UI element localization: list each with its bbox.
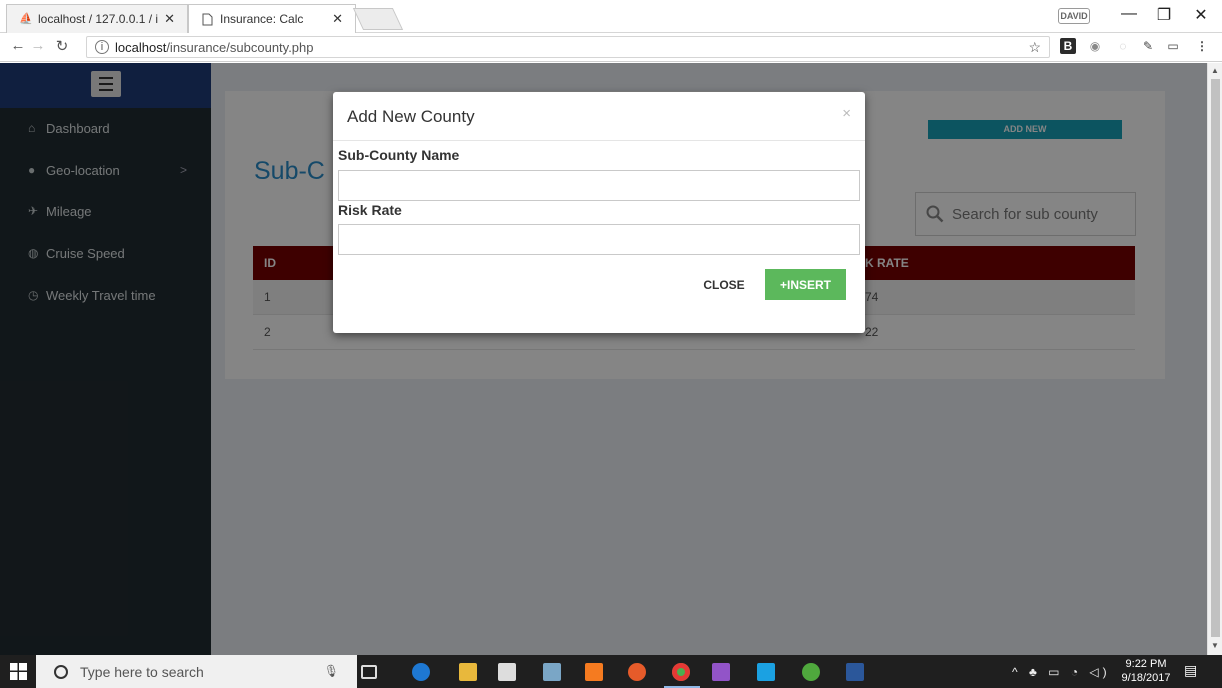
word-icon[interactable] bbox=[846, 663, 864, 681]
taskbar-clock[interactable]: 9:22 PM 9/18/2017 bbox=[1121, 657, 1171, 685]
taskbar-search-box[interactable]: Type here to search 🎙 bbox=[36, 655, 357, 688]
extension-globe-icon[interactable]: ◉ bbox=[1087, 38, 1103, 54]
clock-time: 9:22 PM bbox=[1125, 658, 1167, 670]
page-icon bbox=[201, 13, 214, 26]
clock-date: 9/18/2017 bbox=[1121, 672, 1171, 684]
url-bar[interactable]: i localhost /insurance/subcounty.php ☆ bbox=[86, 36, 1050, 58]
close-button[interactable]: CLOSE bbox=[696, 270, 752, 300]
page-scrollbar[interactable]: ▲ ▼ bbox=[1207, 63, 1222, 655]
forward-arrow-icon[interactable]: → bbox=[28, 37, 48, 54]
snipping-tool-icon[interactable] bbox=[543, 663, 561, 681]
system-tray-icons[interactable]: ^ ♣ ▭ ◔ ◁) bbox=[1012, 665, 1111, 679]
minimize-icon[interactable]: — bbox=[1114, 5, 1144, 23]
info-icon[interactable]: i bbox=[95, 40, 109, 54]
edge-icon[interactable] bbox=[412, 663, 430, 681]
store-icon[interactable] bbox=[498, 663, 516, 681]
bookmark-star-icon[interactable]: ☆ bbox=[1028, 39, 1041, 56]
tab-title: localhost / 127.0.0.1 / ins bbox=[38, 12, 158, 26]
url-host: localhost bbox=[115, 39, 167, 55]
profile-button[interactable]: DAVID bbox=[1058, 8, 1090, 24]
url-path: /insurance/subcounty.php bbox=[166, 39, 314, 55]
utorrent-icon[interactable] bbox=[802, 663, 820, 681]
phpmyadmin-icon: ⛵ bbox=[19, 12, 33, 25]
extension-cast-icon[interactable]: ▭ bbox=[1165, 38, 1181, 54]
scroll-down-icon[interactable]: ▼ bbox=[1211, 641, 1219, 650]
browser-tab-strip: ⛵ localhost / 127.0.0.1 / ins ✕ Insuranc… bbox=[0, 0, 1222, 33]
scroll-thumb[interactable] bbox=[1211, 79, 1220, 637]
firefox-icon[interactable] bbox=[628, 663, 646, 681]
tab-close-icon[interactable]: ✕ bbox=[332, 11, 343, 27]
windows-taskbar: Type here to search 🎙 ^ ♣ ▭ ◔ ◁) 9:22 PM… bbox=[0, 655, 1222, 688]
window-close-icon[interactable]: ✕ bbox=[1186, 5, 1216, 25]
subcounty-name-label: Sub-County Name bbox=[338, 147, 460, 163]
extension-eyedropper-icon[interactable]: ✎ bbox=[1140, 38, 1156, 54]
browser-menu-icon[interactable]: ⋮ bbox=[1194, 38, 1210, 54]
skype-icon[interactable] bbox=[757, 663, 775, 681]
microphone-icon[interactable]: 🎙 bbox=[324, 664, 339, 678]
maximize-icon[interactable]: ❐ bbox=[1149, 5, 1179, 25]
add-county-modal: Add New County × Sub-County Name Risk Ra… bbox=[333, 92, 865, 333]
app-m-icon[interactable] bbox=[712, 663, 730, 681]
tab-title: Insurance: Calc bbox=[220, 12, 304, 26]
extension-disabled-icon[interactable]: ◌ bbox=[1115, 38, 1131, 54]
tab-phpmyadmin[interactable]: ⛵ localhost / 127.0.0.1 / ins ✕ bbox=[6, 4, 188, 33]
address-toolbar: ← → ↻ i localhost /insurance/subcounty.p… bbox=[0, 33, 1222, 62]
subcounty-name-input[interactable] bbox=[338, 170, 860, 201]
risk-rate-label: Risk Rate bbox=[338, 202, 402, 218]
cortana-icon bbox=[54, 664, 68, 679]
tab-insurance[interactable]: Insurance: Calc ✕ bbox=[188, 4, 356, 33]
close-icon[interactable]: × bbox=[842, 105, 851, 122]
new-tab-button[interactable] bbox=[352, 8, 404, 30]
insert-button[interactable]: +INSERT bbox=[765, 269, 846, 300]
task-view-icon[interactable] bbox=[361, 665, 377, 679]
tab-close-icon[interactable]: ✕ bbox=[164, 11, 175, 27]
notification-icon[interactable]: ▤ bbox=[1184, 662, 1202, 680]
modal-header: Add New County × bbox=[333, 92, 865, 141]
reload-icon[interactable]: ↻ bbox=[52, 37, 72, 55]
xampp-icon[interactable] bbox=[585, 663, 603, 681]
back-arrow-icon[interactable]: ← bbox=[8, 37, 28, 54]
risk-rate-input[interactable] bbox=[338, 224, 860, 255]
scroll-up-icon[interactable]: ▲ bbox=[1211, 66, 1219, 75]
taskbar-search-input[interactable]: Type here to search bbox=[80, 664, 204, 680]
file-explorer-icon[interactable] bbox=[459, 663, 477, 681]
extension-b-icon[interactable]: B bbox=[1060, 38, 1076, 54]
windows-start-icon[interactable] bbox=[10, 663, 27, 680]
chrome-icon[interactable] bbox=[672, 663, 690, 681]
modal-title: Add New County bbox=[347, 107, 475, 126]
